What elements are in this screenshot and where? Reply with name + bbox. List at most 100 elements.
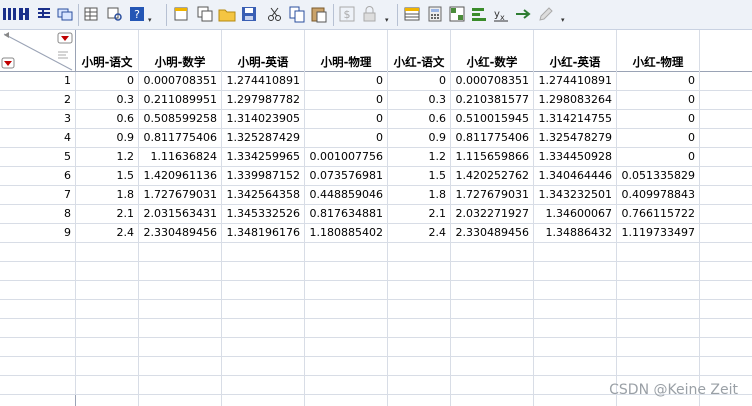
column-header[interactable]: 小红-物理 — [617, 30, 700, 72]
row-number[interactable] — [0, 357, 76, 375]
table-cell[interactable]: 1.34600067 — [534, 205, 617, 223]
table-cell[interactable]: 0.3 — [76, 91, 139, 109]
table-cell[interactable] — [76, 300, 139, 318]
lock-icon[interactable] — [361, 5, 379, 23]
table-row[interactable] — [0, 262, 752, 281]
table-cell[interactable]: 0.3 — [388, 91, 451, 109]
table-row[interactable]: 9 2.4 2.330489456 1.348196176 1.180885402 2.4… — [0, 224, 752, 243]
chevron-down-icon[interactable]: ▾ — [148, 16, 152, 24]
table-cell[interactable]: 0.811775406 — [139, 129, 222, 147]
table-cell[interactable]: 0 — [388, 72, 451, 90]
table-cell[interactable]: 0.9 — [76, 129, 139, 147]
table-cell[interactable] — [222, 243, 305, 261]
table-cell[interactable]: 1.345332526 — [222, 205, 305, 223]
table-cell[interactable]: 1.343232501 — [534, 186, 617, 204]
table-cell[interactable]: 1.119733497 — [617, 224, 700, 242]
table-cell[interactable] — [617, 300, 700, 318]
table-cell[interactable] — [76, 243, 139, 261]
table-cell[interactable] — [76, 376, 139, 394]
table-cell[interactable]: 0.508599258 — [139, 110, 222, 128]
table-cell[interactable] — [139, 262, 222, 280]
table-cell[interactable]: 0.211089951 — [139, 91, 222, 109]
table-cell[interactable]: 0 — [76, 72, 139, 90]
table-cell[interactable] — [222, 281, 305, 299]
table-cell[interactable]: 2.031563431 — [139, 205, 222, 223]
table-cell[interactable]: 1.339987152 — [222, 167, 305, 185]
table-cell[interactable]: 1.325287429 — [222, 129, 305, 147]
table-cell[interactable]: 1.8 — [76, 186, 139, 204]
table-cell[interactable]: 1.325478279 — [534, 129, 617, 147]
row-number[interactable] — [0, 376, 76, 394]
new-table-icon[interactable] — [173, 5, 191, 23]
column-header[interactable]: 小红-英语 — [534, 30, 617, 72]
table-cell[interactable] — [388, 243, 451, 261]
table-cell[interactable] — [139, 376, 222, 394]
open-folder-icon[interactable] — [218, 5, 236, 23]
table-cell[interactable]: 0.766115722 — [617, 205, 700, 223]
table-cell[interactable]: 2.1 — [76, 205, 139, 223]
table-cell[interactable] — [534, 338, 617, 356]
table-cell[interactable]: 1.348196176 — [222, 224, 305, 242]
table-cell[interactable]: 0.073576981 — [305, 167, 388, 185]
table-cell[interactable]: 0.051335829 — [617, 167, 700, 185]
column-header[interactable]: 小明-物理 — [305, 30, 388, 72]
table-row[interactable]: 6 1.5 1.420961136 1.339987152 0.073576981 1.5… — [0, 167, 752, 186]
table-row[interactable]: 7 1.8 1.727679031 1.342564358 0.448859046 1.8… — [0, 186, 752, 205]
row-number[interactable] — [0, 262, 76, 280]
table-row[interactable] — [0, 281, 752, 300]
table-cell[interactable] — [388, 338, 451, 356]
table-cell[interactable]: 1.115659866 — [451, 148, 534, 166]
table-row[interactable]: 5 1.2 1.11636824 1.334259965 0.001007756 1.2 1… — [0, 148, 752, 167]
row-number[interactable]: 9 — [0, 224, 76, 242]
table-cell[interactable]: 0 — [617, 91, 700, 109]
row-number[interactable] — [0, 319, 76, 337]
table-cell[interactable] — [222, 357, 305, 375]
table-cell[interactable] — [617, 357, 700, 375]
table-cell[interactable]: 2.1 — [388, 205, 451, 223]
table-cell[interactable]: 1.11636824 — [139, 148, 222, 166]
table-row[interactable]: 3 0.6 0.508599258 1.314023905 0 0.6 0.51001594… — [0, 110, 752, 129]
table-cell[interactable]: 1.180885402 — [305, 224, 388, 242]
table-row[interactable] — [0, 357, 752, 376]
table-cell[interactable] — [451, 281, 534, 299]
column-header[interactable]: 小红-语文 — [388, 30, 451, 72]
table-cell[interactable] — [76, 262, 139, 280]
table-cell[interactable] — [534, 376, 617, 394]
table-row[interactable] — [0, 300, 752, 319]
table-cell[interactable]: 0.210381577 — [451, 91, 534, 109]
table-cell[interactable] — [76, 281, 139, 299]
table-cell[interactable] — [76, 357, 139, 375]
table-cell[interactable] — [617, 338, 700, 356]
table-cell[interactable] — [139, 357, 222, 375]
table-cell[interactable] — [305, 262, 388, 280]
row-number[interactable]: 3 — [0, 110, 76, 128]
table-cell[interactable]: 1.334450928 — [534, 148, 617, 166]
copy-icon[interactable] — [288, 5, 306, 23]
table-cell[interactable]: 1.727679031 — [451, 186, 534, 204]
table-cell[interactable] — [388, 300, 451, 318]
table-cell[interactable]: 1.274410891 — [534, 72, 617, 90]
table-cell[interactable] — [305, 338, 388, 356]
table-cell[interactable]: 0 — [305, 91, 388, 109]
table-cell[interactable]: 2.330489456 — [451, 224, 534, 242]
row-number[interactable]: 5 — [0, 148, 76, 166]
table-cell[interactable]: 1.5 — [388, 167, 451, 185]
table-cell[interactable]: 0 — [617, 110, 700, 128]
table-cell[interactable]: 2.4 — [76, 224, 139, 242]
table-cell[interactable] — [451, 338, 534, 356]
table-cell[interactable]: 0.448859046 — [305, 186, 388, 204]
table-cell[interactable]: 1.298083264 — [534, 91, 617, 109]
table-cell[interactable]: 0.811775406 — [451, 129, 534, 147]
table-cell[interactable]: 1.2 — [388, 148, 451, 166]
table-cell[interactable] — [534, 300, 617, 318]
table-row[interactable]: 8 2.1 2.031563431 1.345332526 0.817634881 2.1… — [0, 205, 752, 224]
table-cell[interactable]: 2.4 — [388, 224, 451, 242]
table-cell[interactable] — [451, 376, 534, 394]
paste-icon[interactable] — [310, 5, 328, 23]
table-cell[interactable]: 0 — [305, 72, 388, 90]
cut-icon[interactable] — [266, 5, 284, 23]
table-cell[interactable] — [305, 300, 388, 318]
table-cell[interactable] — [222, 262, 305, 280]
table-cell[interactable]: 0.000708351 — [139, 72, 222, 90]
calculator-icon[interactable] — [426, 5, 444, 23]
